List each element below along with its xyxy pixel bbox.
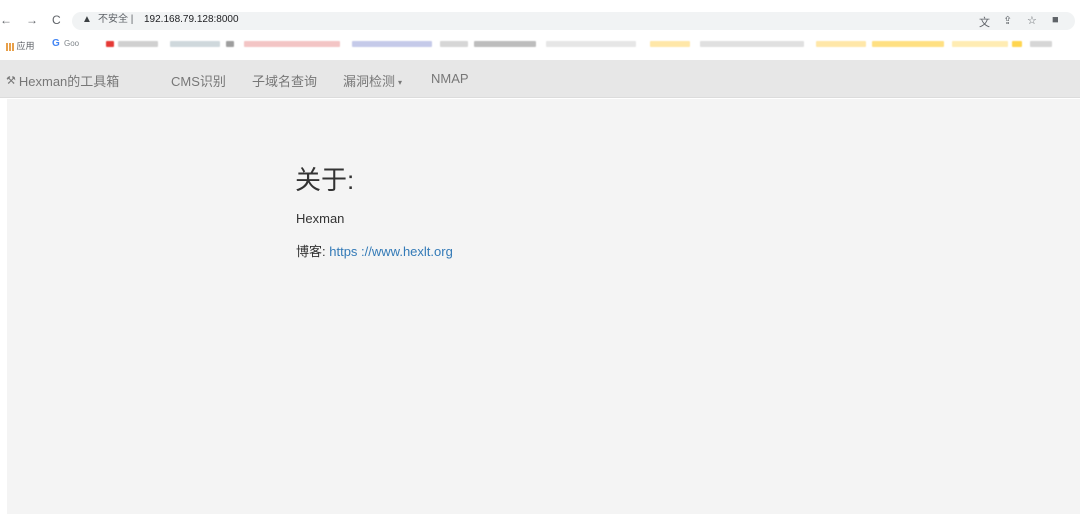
bookmark-blurred[interactable]: [106, 41, 114, 47]
apps-grid-icon: [6, 42, 14, 51]
nav-item-vuln-label: 漏洞检测: [343, 74, 396, 89]
bookmark-blurred[interactable]: [952, 41, 1008, 47]
bookmark-blurred[interactable]: [700, 41, 804, 47]
insecure-label[interactable]: 不安全 |: [98, 14, 133, 26]
bookmark-blurred[interactable]: [1012, 41, 1022, 47]
bookmark-blurred[interactable]: [872, 41, 944, 47]
bookmark-google-label[interactable]: Goo: [64, 39, 79, 48]
nav-item-subdomain[interactable]: 子域名查询: [252, 71, 317, 90]
author-name: Hexman: [296, 211, 345, 226]
bookmark-blurred[interactable]: [546, 41, 636, 47]
bookmark-blurred[interactable]: [474, 41, 536, 47]
blog-label: 博客:: [296, 244, 326, 259]
navbar-brand[interactable]: ⚒ Hexman的工具箱: [6, 71, 119, 90]
bookmark-apps[interactable]: 应用: [6, 39, 35, 52]
nav-item-cms[interactable]: CMS识别: [171, 71, 226, 90]
bookmark-blurred[interactable]: [352, 41, 432, 47]
nav-item-nmap[interactable]: NMAP: [431, 71, 469, 86]
address-row: ← → C ▲ 不安全 | 192.168.79.128:8000 文 ⇪ ☆ …: [0, 10, 1080, 32]
bookmark-blurred[interactable]: [650, 41, 690, 47]
site-navbar: ⚒ Hexman的工具箱 CMS识别 子域名查询 漏洞检测 ▾ NMAP: [0, 60, 1080, 98]
toolbox-icon: ⚒: [6, 75, 16, 87]
caret-down-icon: ▾: [398, 78, 403, 88]
about-title: 关于:: [295, 165, 355, 195]
browser-chrome: ← → C ▲ 不安全 | 192.168.79.128:8000 文 ⇪ ☆ …: [0, 0, 1080, 58]
back-icon[interactable]: ←: [0, 12, 12, 28]
bookmark-blurred[interactable]: [244, 41, 340, 47]
apps-label: 应用: [16, 41, 35, 51]
nav-item-vuln[interactable]: 漏洞检测 ▾: [343, 71, 402, 90]
bookmarks-bar: 应用 G Goo: [0, 37, 1080, 53]
blog-line: 博客: https ://www.hexlt.org: [296, 241, 453, 260]
reload-icon[interactable]: C: [52, 12, 61, 28]
bookmark-blurred[interactable]: [170, 41, 220, 47]
bookmark-blurred[interactable]: [816, 41, 866, 47]
extension-icon[interactable]: ■: [1052, 14, 1059, 26]
url-text[interactable]: 192.168.79.128:8000: [144, 13, 239, 27]
bookmark-blurred[interactable]: [440, 41, 468, 47]
page-content: [7, 99, 1080, 514]
star-icon[interactable]: ☆: [1027, 14, 1037, 27]
translate-icon[interactable]: 文: [979, 14, 990, 30]
bookmark-blurred[interactable]: [1030, 41, 1052, 47]
share-icon[interactable]: ⇪: [1003, 14, 1012, 27]
forward-icon[interactable]: →: [26, 12, 38, 28]
warning-icon[interactable]: ▲: [82, 14, 92, 25]
bookmark-blurred[interactable]: [226, 41, 234, 47]
blog-link[interactable]: https ://www.hexlt.org: [329, 244, 453, 259]
bookmark-blurred[interactable]: [118, 41, 158, 47]
brand-label: Hexman的工具箱: [18, 74, 120, 89]
google-icon[interactable]: G: [52, 38, 60, 49]
